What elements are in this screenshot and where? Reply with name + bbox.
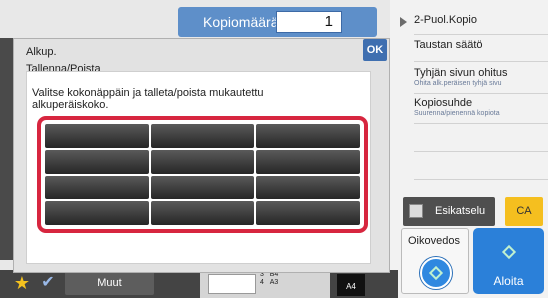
paper-tray-indicator[interactable]: 3 B4 4 A3: [200, 270, 330, 298]
size-key-7[interactable]: [45, 175, 149, 200]
size-key-9[interactable]: [256, 175, 360, 200]
size-key-4[interactable]: [45, 149, 149, 174]
dialog-instruction: Valitse kokonäppäin ja talleta/poista mu…: [32, 87, 264, 111]
proof-copy-label: Oikovedos: [408, 235, 460, 247]
clear-all-button[interactable]: CA: [505, 197, 543, 226]
tray-size-text: 4: [260, 279, 264, 286]
size-key-5[interactable]: [150, 149, 255, 174]
preview-icon: [409, 204, 423, 218]
expand-arrow-icon[interactable]: [400, 17, 407, 27]
function-label: 2-Puol.Kopio: [414, 14, 477, 26]
function-background-adjust[interactable]: Taustan säätö: [414, 39, 548, 62]
custom-size-key-grid: [37, 116, 368, 233]
left-background-strip: [0, 38, 14, 260]
checkmark-icon[interactable]: ✔: [37, 272, 59, 294]
start-label: Aloita: [493, 274, 524, 288]
copy-count-label: Kopiomäärä: [203, 14, 279, 30]
function-label: Taustan säätö: [414, 39, 483, 51]
copy-screen: Kopiomäärä 1 2-Puol.Kopio Taustan säätö …: [0, 0, 548, 298]
copy-count-input[interactable]: 1: [276, 11, 342, 33]
proof-copy-button[interactable]: [420, 257, 452, 289]
size-key-3[interactable]: [256, 124, 360, 148]
start-diamond-icon: [501, 244, 517, 260]
function-empty-slot: [414, 128, 548, 152]
function-empty-slot: [414, 156, 548, 180]
function-label: Kopiosuhde: [414, 97, 473, 109]
size-key-8[interactable]: [150, 175, 255, 200]
size-key-6[interactable]: [256, 149, 360, 174]
paper-tray-icon: [208, 274, 256, 294]
function-2-sided-copy[interactable]: 2-Puol.Kopio: [414, 14, 548, 35]
size-key-12[interactable]: [256, 201, 360, 225]
function-blank-page-skip[interactable]: Tyhjän sivun ohitus Ohita alk.peräisen t…: [414, 67, 548, 94]
proof-copy-panel: Oikovedos: [401, 228, 469, 294]
function-label: Tyhjän sivun ohitus: [414, 67, 508, 79]
start-diamond-icon: [428, 265, 444, 281]
dialog-title: Alkup.: [26, 46, 57, 58]
size-key-11[interactable]: [150, 201, 255, 225]
function-copy-ratio[interactable]: Kopiosuhde Suurenna/pienennä kopiota: [414, 97, 548, 124]
favorite-star-icon[interactable]: ★: [11, 272, 33, 294]
preview-label: Esikatselu: [435, 205, 486, 217]
start-button[interactable]: Aloita: [473, 228, 544, 294]
ok-button[interactable]: OK: [363, 39, 387, 61]
tray-sizes: 3 B4 4 A3: [260, 271, 278, 287]
other-functions-button[interactable]: Muut: [65, 271, 154, 295]
function-sublabel: Suurenna/pienennä kopiota: [414, 110, 500, 117]
size-key-10[interactable]: [45, 201, 149, 225]
preview-button[interactable]: Esikatselu: [403, 197, 495, 226]
size-key-2[interactable]: [150, 124, 255, 148]
paper-size-badge: A4: [337, 274, 365, 296]
size-key-1[interactable]: [45, 124, 149, 148]
function-sublabel: Ohita alk.peräisen tyhjä sivu: [414, 80, 502, 87]
tray-size-text: A3: [269, 279, 279, 286]
copy-count-bar: Kopiomäärä 1: [178, 7, 377, 37]
